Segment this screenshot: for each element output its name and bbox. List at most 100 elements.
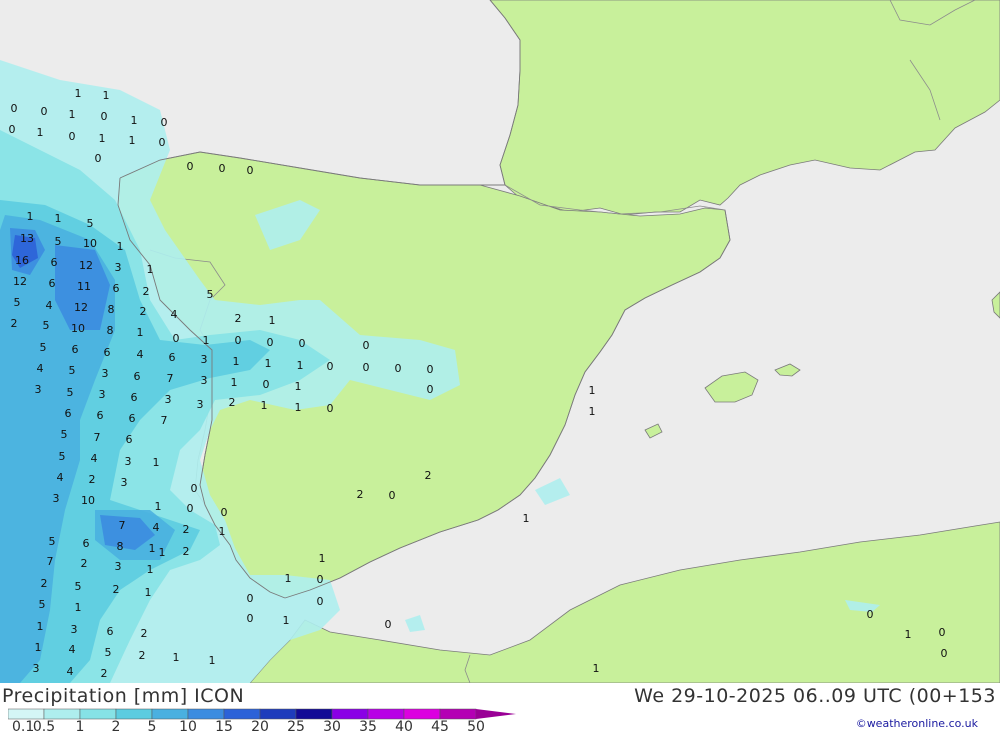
precip-value-label: 1 (155, 500, 162, 513)
precip-value-label: 1 (219, 525, 226, 538)
legend-swatch (43, 708, 81, 720)
precip-value-label: 0 (317, 573, 324, 586)
legend-swatch (259, 708, 297, 720)
precip-value-label: 5 (67, 386, 74, 399)
precip-value-label: 0 (427, 383, 434, 396)
precip-value-label: 3 (125, 455, 132, 468)
precip-value-label: 10 (81, 494, 95, 507)
precip-value-label: 2 (89, 473, 96, 486)
precip-value-label: 2 (140, 305, 147, 318)
precip-value-label: 13 (20, 232, 34, 245)
precip-value-label: 0 (247, 164, 254, 177)
precip-value-label: 0 (219, 162, 226, 175)
legend-swatch (295, 708, 333, 720)
precip-value-label: 0 (327, 360, 334, 373)
precip-value-label: 3 (35, 383, 42, 396)
legend-swatch (439, 708, 477, 720)
precip-value-label: 3 (115, 261, 122, 274)
precip-value-label: 0 (191, 482, 198, 495)
precip-value-label: 3 (33, 662, 40, 675)
precip-value-label: 0 (299, 337, 306, 350)
legend-swatch (8, 708, 45, 720)
precip-value-label: 3 (115, 560, 122, 573)
precip-value-label: 1 (265, 357, 272, 370)
credit-link[interactable]: ©weatheronline.co.uk (856, 717, 978, 730)
precip-value-label: 1 (295, 401, 302, 414)
precip-value-label: 6 (51, 256, 58, 269)
precip-value-label: 4 (171, 308, 178, 321)
precip-value-label: 3 (197, 398, 204, 411)
legend-swatch (331, 708, 369, 720)
precip-value-label: 2 (235, 312, 242, 325)
precip-value-label: 1 (35, 641, 42, 654)
precip-value-label: 4 (137, 348, 144, 361)
precip-value-label: 1 (75, 601, 82, 614)
precip-value-label: 4 (91, 452, 98, 465)
precip-value-label: 0 (11, 102, 18, 115)
precip-value-label: 6 (113, 282, 120, 295)
precip-value-label: 0 (187, 160, 194, 173)
precip-value-label: 6 (65, 407, 72, 420)
precip-value-label: 2 (11, 317, 18, 330)
precip-value-label: 0 (317, 595, 324, 608)
legend-arrow (476, 709, 516, 719)
precip-value-label: 4 (37, 362, 44, 375)
map-title: Precipitation [mm] ICON (2, 685, 245, 707)
legend-label: 0.5 (33, 719, 55, 733)
precip-value-label: 1 (55, 212, 62, 225)
precip-value-label: 1 (159, 546, 166, 559)
precip-value-label: 0 (263, 378, 270, 391)
precip-value-label: 2 (143, 285, 150, 298)
precip-value-label: 6 (134, 370, 141, 383)
precip-value-label: 10 (83, 237, 97, 250)
precip-value-label: 1 (209, 654, 216, 667)
precip-value-label: 5 (87, 217, 94, 230)
precip-value-label: 1 (589, 384, 596, 397)
legend-label: 40 (395, 719, 413, 733)
legend-swatch (223, 708, 261, 720)
precip-value-label: 6 (131, 391, 138, 404)
precip-value-label: 0 (267, 336, 274, 349)
precip-value-label: 2 (425, 469, 432, 482)
precip-value-label: 1 (149, 542, 156, 555)
precip-value-label: 1 (593, 662, 600, 675)
precip-value-label: 3 (121, 476, 128, 489)
legend-swatch (187, 708, 225, 720)
precip-value-label: 12 (74, 301, 88, 314)
precipitation-map: 0 01 101 0 1 01 0 1 1 000 0 01 1 513 5 10 116 6 12 3 112 6 11 6… (0, 0, 1000, 683)
precip-value-label: 4 (69, 643, 76, 656)
precip-value-label: 1 (295, 380, 302, 393)
precip-value-label: 6 (49, 277, 56, 290)
precip-value-label: 5 (40, 341, 47, 354)
precip-value-label: 0 (187, 502, 194, 515)
precip-value-label: 3 (99, 388, 106, 401)
precip-value-label: 1 (589, 405, 596, 418)
legend-label: 25 (287, 719, 305, 733)
legend-label: 45 (431, 719, 449, 733)
precip-value-label: 12 (13, 275, 27, 288)
legend-label: 0.1 (12, 719, 34, 733)
precip-value-label: 3 (201, 353, 208, 366)
precip-value-label: 1 (129, 134, 136, 147)
precip-value-label: 0 (159, 136, 166, 149)
precip-value-label: 6 (129, 412, 136, 425)
precip-value-label: 2 (113, 583, 120, 596)
precip-value-label: 1 (147, 263, 154, 276)
valid-time: We 29-10-2025 06..09 UTC (00+153 (634, 685, 996, 707)
legend-label: 50 (467, 719, 485, 733)
precip-value-label: 2 (183, 545, 190, 558)
precip-value-label: 1 (173, 651, 180, 664)
precip-value-label: 1 (153, 456, 160, 469)
precip-value-label: 5 (39, 598, 46, 611)
precip-value-label: 0 (385, 618, 392, 631)
precip-value-label: 7 (94, 431, 101, 444)
precip-value-label: 6 (97, 409, 104, 422)
precip-value-label: 4 (57, 471, 64, 484)
precip-value-label: 5 (14, 296, 21, 309)
precip-value-label: 1 (117, 240, 124, 253)
precip-value-label: 0 (389, 489, 396, 502)
precip-value-label: 5 (49, 535, 56, 548)
precip-value-label: 4 (67, 665, 74, 678)
precip-value-label: 1 (145, 586, 152, 599)
precip-value-label: 6 (104, 346, 111, 359)
